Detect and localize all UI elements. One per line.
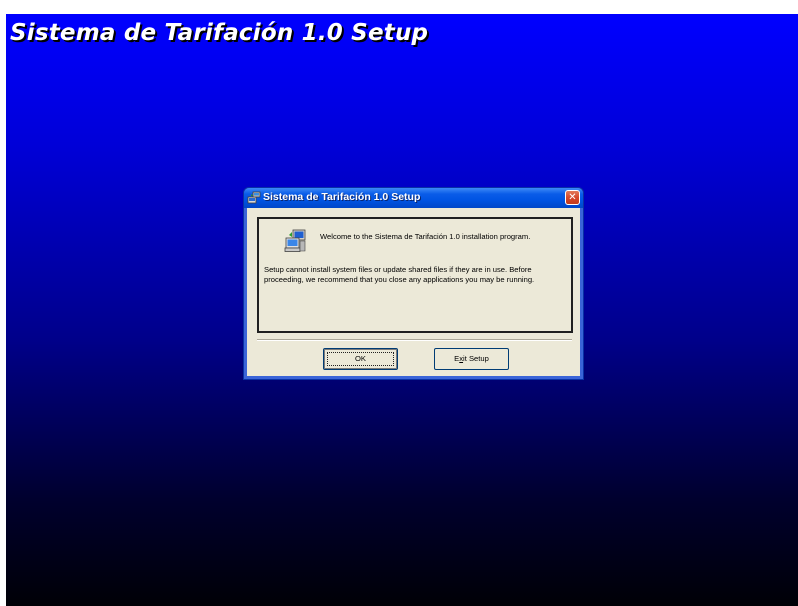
setup-icon: [247, 191, 261, 204]
warning-message: Setup cannot install system files or upd…: [264, 265, 535, 284]
exit-setup-button[interactable]: Exit Setup: [434, 348, 509, 370]
welcome-message: Welcome to the Sistema de Tarifación 1.0…: [320, 232, 531, 241]
separator: [257, 339, 572, 341]
dialog-titlebar[interactable]: Sistema de Tarifación 1.0 Setup ✕: [244, 188, 583, 208]
exit-label-suffix: it Setup: [463, 354, 489, 363]
close-button[interactable]: ✕: [565, 190, 580, 205]
ok-button[interactable]: OK: [323, 348, 398, 370]
setup-dialog: Sistema de Tarifación 1.0 Setup ✕ Welcom…: [243, 187, 584, 380]
dialog-title: Sistema de Tarifación 1.0 Setup: [263, 191, 421, 203]
ok-button-label: OK: [355, 354, 366, 363]
close-icon: ✕: [568, 192, 577, 203]
message-panel: Welcome to the Sistema de Tarifación 1.0…: [257, 217, 573, 333]
computer-install-icon: [284, 229, 306, 252]
setup-title: Sistema de Tarifación 1.0 Setup: [10, 20, 429, 46]
setup-background: Sistema de Tarifación 1.0 Setup Sistema …: [6, 14, 798, 606]
dialog-client-area: Welcome to the Sistema de Tarifación 1.0…: [247, 208, 580, 376]
